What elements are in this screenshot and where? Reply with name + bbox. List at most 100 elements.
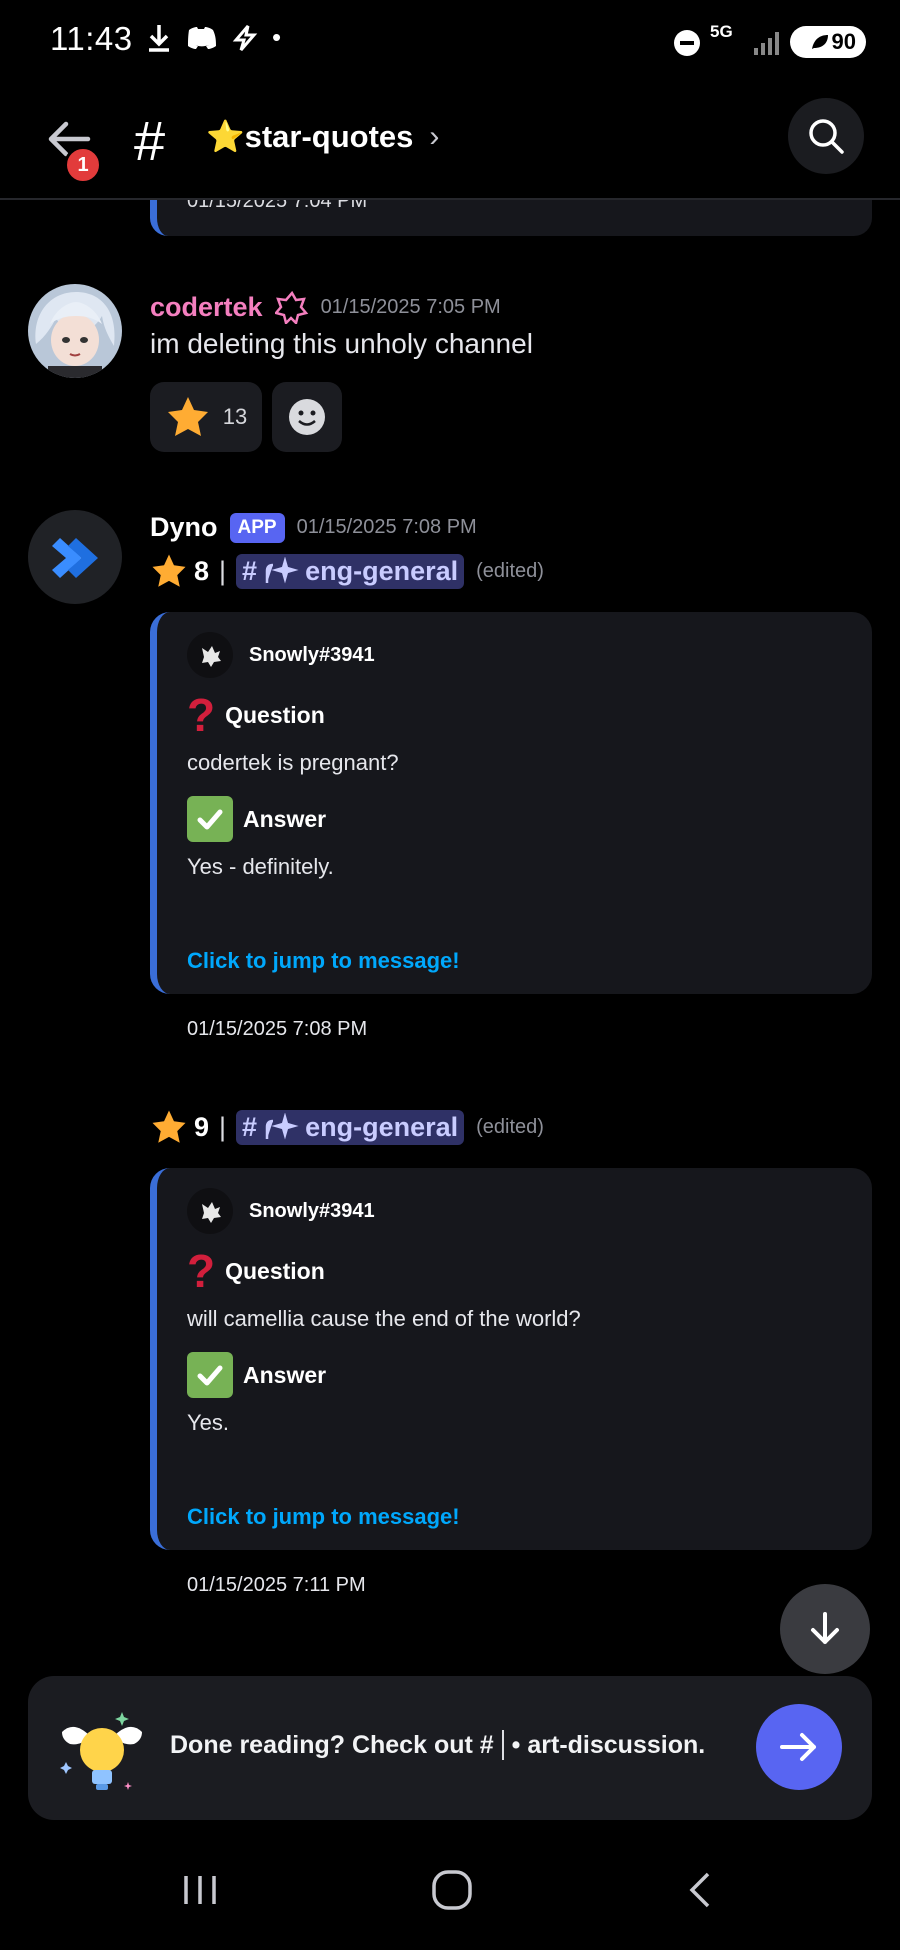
- answer-label: Answer: [243, 805, 327, 832]
- next-channel-suggestion[interactable]: Done reading? Check out # • art-discussi…: [28, 1676, 872, 1820]
- channel-hash-icon: #: [242, 1111, 258, 1142]
- signal-icon: [754, 32, 779, 55]
- channel-mention[interactable]: # eng-general: [236, 553, 465, 589]
- author-name[interactable]: codertek: [150, 292, 263, 323]
- answer-value: Yes.: [187, 1410, 230, 1435]
- channel-title-button[interactable]: ⭐star-quotes ›: [206, 118, 439, 155]
- message-text: im deleting this unholy channel: [150, 328, 533, 359]
- embed-author-avatar: [187, 632, 233, 678]
- dnd-icon: [674, 30, 700, 56]
- message-header: codertek 01/15/2025 7:05 PM: [150, 290, 501, 324]
- battery-indicator: 90: [790, 26, 866, 58]
- embed-timestamp: 01/15/2025 7:11 PM: [187, 1574, 366, 1596]
- answer-field-label: Answer: [187, 796, 326, 842]
- chevron-left-icon: [689, 1872, 710, 1908]
- dyno-avatar-image: [28, 510, 122, 604]
- winged-lightbulb-icon: [60, 1712, 142, 1790]
- question-mark-icon: ?: [187, 1245, 216, 1297]
- star-count: 8: [194, 555, 210, 586]
- answer-label: Answer: [243, 1361, 327, 1388]
- channel-hash-icon: #: [242, 555, 258, 586]
- question-value: will camellia cause the end of the world…: [187, 1306, 581, 1331]
- network-type: 5G: [710, 22, 733, 41]
- channel-mention-name: eng-general: [305, 555, 459, 586]
- arrow-right-icon: [780, 1733, 816, 1761]
- status-right-icons: 5G 90: [660, 20, 900, 64]
- unread-badge: 1: [64, 146, 102, 184]
- embed-author-name: Snowly#3941: [249, 643, 375, 666]
- star-count: 9: [194, 1111, 210, 1142]
- embed-author[interactable]: Snowly#3941: [187, 632, 375, 678]
- question-mark-icon: ?: [187, 689, 216, 741]
- answer-value: Yes - definitely.: [187, 854, 334, 879]
- check-mark-icon: [187, 796, 233, 842]
- message-list[interactable]: 01/15/2025 7:04 PM codertek 01/15/2025 7…: [0, 200, 900, 1670]
- star-icon: [152, 1110, 186, 1143]
- zap-icon: [232, 24, 258, 51]
- check-mark-icon: [187, 1352, 233, 1398]
- jump-to-message-link[interactable]: Click to jump to message!: [187, 1504, 460, 1530]
- star-icon: [167, 397, 208, 436]
- suggestion-text: Done reading? Check out # • art-discussi…: [170, 1730, 705, 1760]
- recents-button[interactable]: [170, 1860, 230, 1920]
- system-back-button[interactable]: [672, 1860, 732, 1920]
- home-button[interactable]: [422, 1860, 482, 1920]
- quote-embed: Snowly#3941 ? Question codertek is pregn…: [150, 612, 872, 1040]
- previous-embed: 01/15/2025 7:04 PM: [150, 200, 872, 236]
- channel-mention[interactable]: # eng-general: [236, 1109, 465, 1145]
- chevron-right-icon: ›: [429, 119, 440, 153]
- channel-mention-name: eng-general: [305, 1111, 459, 1142]
- system-nav-bar: [0, 1830, 900, 1950]
- reaction-star[interactable]: 13: [150, 382, 262, 452]
- download-icon: [149, 24, 169, 52]
- suggestion-prefix: Done reading? Check out #: [170, 1730, 494, 1759]
- avatar[interactable]: [28, 284, 122, 378]
- reaction-count: 13: [222, 404, 248, 429]
- discord-icon: [188, 26, 216, 49]
- jump-to-message-link[interactable]: Click to jump to message!: [187, 948, 460, 974]
- question-label: Question: [225, 701, 325, 728]
- status-time: 11:43: [50, 20, 133, 57]
- question-label: Question: [225, 1257, 325, 1284]
- divider-glyph: [501, 1730, 504, 1760]
- question-field-label: ? Question: [187, 1248, 325, 1294]
- starboard-line: 9 | # eng-general (edited): [150, 1108, 544, 1146]
- message-header: Dyno APP 01/15/2025 7:08 PM: [150, 512, 477, 543]
- question-field-label: ? Question: [187, 692, 325, 738]
- previous-embed-timestamp: 01/15/2025 7:04 PM: [187, 200, 368, 212]
- arrow-down-icon: [811, 1612, 839, 1644]
- embed-author[interactable]: Snowly#3941: [187, 1188, 375, 1234]
- author-name[interactable]: Dyno: [150, 512, 218, 543]
- app-badge: APP: [229, 512, 285, 543]
- avatar[interactable]: [28, 510, 122, 604]
- status-notification-icons: •: [146, 22, 281, 53]
- message-timestamp: 01/15/2025 7:08 PM: [296, 516, 477, 538]
- search-icon: [809, 119, 844, 154]
- message-timestamp: 01/15/2025 7:05 PM: [320, 295, 501, 318]
- recents-icon: [184, 1876, 216, 1904]
- answer-field-label: Answer: [187, 1352, 326, 1398]
- battery-level: 90: [831, 29, 856, 54]
- embed-author-avatar: [187, 1188, 233, 1234]
- channel-name: ⭐star-quotes: [206, 119, 414, 154]
- embed-author-name: Snowly#3941: [249, 1199, 375, 1222]
- jump-to-bottom-button[interactable]: [780, 1584, 870, 1674]
- separator: |: [219, 555, 227, 586]
- star-icon: [152, 554, 186, 587]
- snowly-avatar-icon: [202, 646, 221, 667]
- search-button[interactable]: [788, 98, 864, 174]
- sparkle-icon: [265, 557, 299, 584]
- quote-embed: Snowly#3941 ? Question will camellia cau…: [150, 1168, 872, 1596]
- channel-hash-icon: #: [134, 109, 166, 172]
- separator: |: [219, 1111, 227, 1142]
- go-to-channel-button[interactable]: [756, 1704, 842, 1790]
- home-icon: [432, 1870, 472, 1910]
- add-reaction-button[interactable]: [272, 382, 342, 452]
- add-emoji-icon: [289, 399, 325, 435]
- flower-icon: [274, 290, 308, 324]
- leaf-icon: [811, 35, 828, 49]
- status-bar: 11:43 • 5G 90: [0, 0, 900, 84]
- starboard-line: 8 | # eng-general (edited): [150, 552, 544, 590]
- edited-label: (edited): [476, 559, 544, 582]
- embed-timestamp: 01/15/2025 7:08 PM: [187, 1018, 368, 1040]
